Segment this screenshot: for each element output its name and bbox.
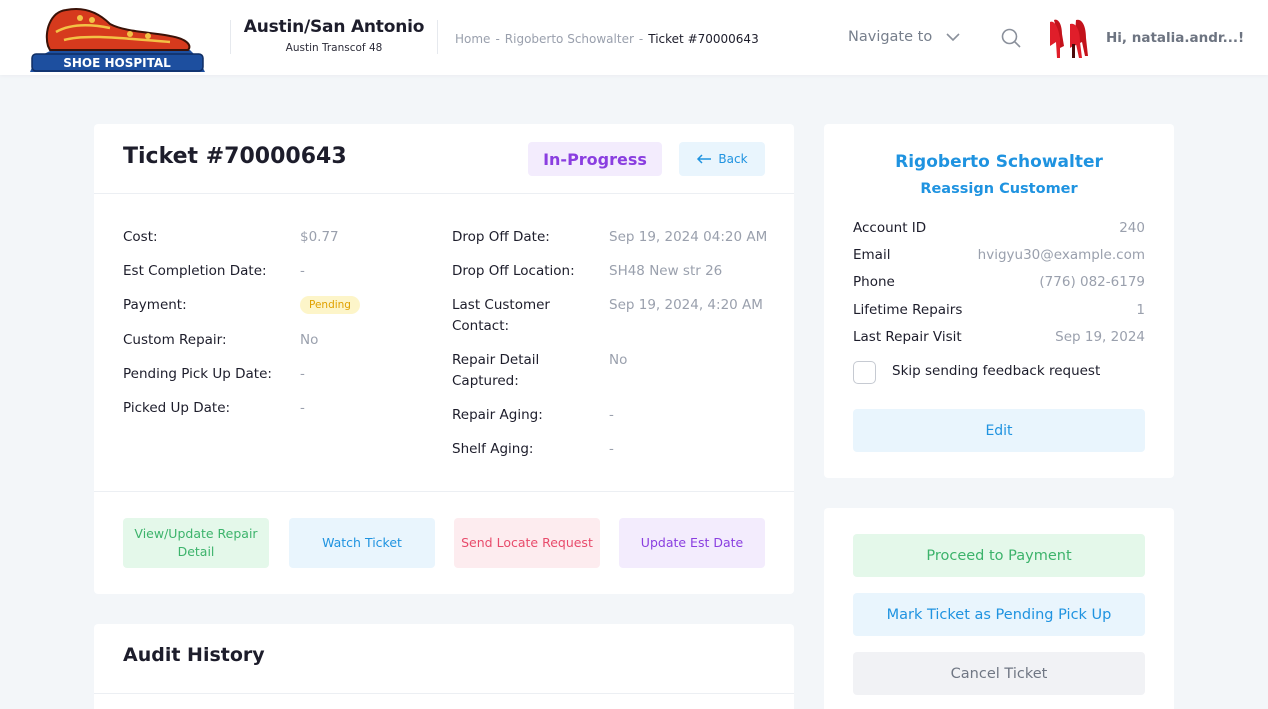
user-avatar[interactable] bbox=[1048, 16, 1090, 60]
breadcrumb-customer[interactable]: Rigoberto Schowalter bbox=[505, 32, 634, 46]
repair-detail-captured-value: No bbox=[609, 352, 628, 368]
picked-up-value: - bbox=[300, 400, 305, 416]
email-label: Email bbox=[853, 247, 891, 263]
user-greeting[interactable]: Hi, natalia.andr...! bbox=[1106, 30, 1244, 46]
reassign-customer-link[interactable]: Reassign Customer bbox=[824, 181, 1174, 197]
last-repair-visit-value: Sep 19, 2024 bbox=[1055, 329, 1145, 345]
watch-ticket-button[interactable]: Watch Ticket bbox=[289, 518, 435, 568]
lifetime-repairs-value: 1 bbox=[1136, 302, 1145, 318]
back-label: Back bbox=[718, 152, 748, 166]
top-header: SHOE HOSPITAL Austin/San Antonio Austin … bbox=[0, 0, 1268, 75]
phone-value: (776) 082-6179 bbox=[1039, 274, 1145, 290]
breadcrumb-separator: - bbox=[638, 32, 644, 46]
cancel-ticket-button[interactable]: Cancel Ticket bbox=[853, 652, 1145, 695]
customer-name-link[interactable]: Rigoberto Schowalter bbox=[824, 152, 1174, 172]
drop-off-location-value: SH48 New str 26 bbox=[609, 263, 723, 279]
phone-label: Phone bbox=[853, 274, 895, 290]
pending-pickup-label: Pending Pick Up Date: bbox=[123, 366, 272, 382]
custom-repair-value: No bbox=[300, 332, 319, 348]
payment-status-badge: Pending bbox=[300, 296, 360, 314]
breadcrumb-home[interactable]: Home bbox=[455, 32, 490, 46]
ticket-title: Ticket #70000643 bbox=[123, 144, 347, 169]
edit-customer-button[interactable]: Edit bbox=[853, 409, 1145, 452]
cost-value: $0.77 bbox=[300, 229, 339, 245]
ticket-actions-card: Proceed to Payment Mark Ticket as Pendin… bbox=[824, 508, 1174, 709]
arrow-left-icon bbox=[697, 154, 712, 164]
last-contact-label: Last Customer Contact: bbox=[452, 297, 550, 334]
card-divider bbox=[94, 193, 794, 194]
store-location: Austin Transcof 48 bbox=[285, 42, 383, 54]
lifetime-repairs-label: Lifetime Repairs bbox=[853, 302, 963, 318]
mark-pending-pickup-button[interactable]: Mark Ticket as Pending Pick Up bbox=[853, 593, 1145, 636]
breadcrumb-current: Ticket #70000643 bbox=[648, 32, 759, 46]
drop-off-date-value: Sep 19, 2024 04:20 AM bbox=[609, 229, 768, 245]
shelf-aging-label: Shelf Aging: bbox=[452, 441, 534, 457]
email-value: hvigyu30@example.com bbox=[977, 247, 1145, 263]
back-button[interactable]: Back bbox=[679, 142, 765, 176]
drop-off-date-label: Drop Off Date: bbox=[452, 229, 550, 245]
audit-history-card: Audit History bbox=[94, 624, 794, 709]
logo-text: SHOE HOSPITAL bbox=[63, 56, 171, 70]
chevron-down-icon bbox=[946, 32, 960, 41]
account-id-label: Account ID bbox=[853, 220, 927, 236]
breadcrumb: Home - Rigoberto Schowalter - Ticket #700006… bbox=[455, 32, 759, 46]
skip-feedback-label: Skip sending feedback request bbox=[892, 363, 1101, 379]
header-divider bbox=[230, 20, 231, 54]
repair-aging-value: - bbox=[609, 407, 614, 423]
ticket-details-card: Ticket #70000643 In-Progress Back Cost: … bbox=[94, 124, 794, 594]
pending-pickup-value: - bbox=[300, 366, 305, 382]
header-divider bbox=[437, 20, 438, 54]
card-divider bbox=[94, 491, 794, 492]
navigate-dropdown[interactable]: Navigate to bbox=[848, 29, 960, 45]
custom-repair-label: Custom Repair: bbox=[123, 332, 227, 348]
audit-history-title: Audit History bbox=[123, 644, 265, 666]
store-name: Austin/San Antonio bbox=[243, 17, 425, 37]
view-repair-detail-button[interactable]: View/Update Repair Detail bbox=[123, 518, 269, 568]
last-contact-value: Sep 19, 2024, 4:20 AM bbox=[609, 297, 763, 313]
last-repair-visit-label: Last Repair Visit bbox=[853, 329, 962, 345]
skip-feedback-checkbox[interactable] bbox=[853, 361, 876, 384]
cost-label: Cost: bbox=[123, 229, 158, 245]
drop-off-location-label: Drop Off Location: bbox=[452, 263, 575, 279]
card-divider bbox=[94, 693, 794, 694]
status-badge: In-Progress bbox=[528, 142, 662, 176]
send-locate-request-button[interactable]: Send Locate Request bbox=[454, 518, 600, 568]
customer-card: Rigoberto Schowalter Reassign Customer A… bbox=[824, 124, 1174, 478]
est-completion-value: - bbox=[300, 263, 305, 279]
search-icon[interactable] bbox=[1000, 27, 1022, 49]
picked-up-label: Picked Up Date: bbox=[123, 400, 231, 416]
shoe-hospital-logo[interactable]: SHOE HOSPITAL bbox=[30, 2, 205, 73]
payment-label: Payment: bbox=[123, 297, 187, 313]
shelf-aging-value: - bbox=[609, 441, 614, 457]
proceed-to-payment-button[interactable]: Proceed to Payment bbox=[853, 534, 1145, 577]
store-selector[interactable]: Austin/San Antonio Austin Transcof 48 bbox=[240, 17, 428, 54]
breadcrumb-separator: - bbox=[495, 32, 500, 46]
est-completion-label: Est Completion Date: bbox=[123, 263, 267, 279]
repair-detail-captured-label: Repair Detail Captured: bbox=[452, 352, 540, 389]
navigate-label: Navigate to bbox=[848, 29, 933, 45]
account-id-value: 240 bbox=[1119, 220, 1145, 236]
update-est-date-button[interactable]: Update Est Date bbox=[619, 518, 765, 568]
repair-aging-label: Repair Aging: bbox=[452, 407, 543, 423]
